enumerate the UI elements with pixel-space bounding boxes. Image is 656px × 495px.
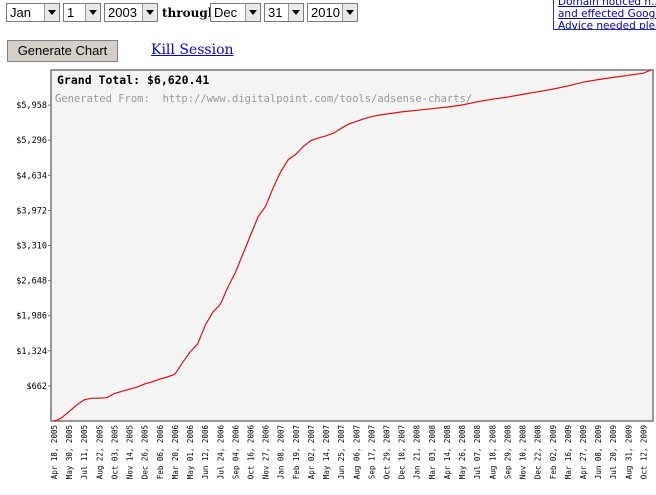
chart-subtitle: Generated From: http://www.digitalpoint.…	[55, 93, 472, 105]
x-tick-label: Jul 20, 2009	[609, 425, 618, 479]
x-tick-label: Jun 25, 2007	[337, 425, 346, 479]
x-tick-label: Aug 18, 2008	[488, 425, 497, 480]
end-day-value: 31	[268, 5, 283, 20]
x-tick-label: Nov 27, 2006	[262, 425, 271, 480]
start-year-select[interactable]: 2003	[104, 3, 158, 22]
x-tick-label: Jun 08, 2009	[594, 425, 603, 479]
x-tick-label: Apr 02, 2007	[307, 425, 316, 479]
x-tick-label: May 30, 2005	[65, 425, 74, 479]
x-tick-label: Oct 29, 2007	[383, 425, 392, 479]
x-tick-label: Nov 10, 2008	[519, 425, 528, 480]
chevron-down-icon	[342, 4, 357, 21]
through-label: through	[162, 6, 217, 20]
chevron-down-icon	[44, 4, 59, 21]
end-year-select[interactable]: 2010	[307, 3, 358, 22]
kill-session-link[interactable]: Kill Session	[151, 42, 234, 58]
end-month-value: Dec	[214, 5, 238, 20]
x-tick-label: Dec 22, 2008	[534, 425, 543, 480]
x-tick-label: Apr 27, 2009	[579, 425, 588, 479]
advice-link-1[interactable]: Domain noticed h...	[558, 0, 656, 8]
chevron-down-icon	[142, 4, 157, 21]
advice-box: Domain noticed h... and effected Google …	[553, 0, 656, 30]
x-tick-label: Jul 07, 2008	[473, 425, 482, 480]
x-tick-label: Aug 31, 2009	[624, 425, 633, 479]
x-tick-label: Aug 06, 2007	[352, 425, 361, 479]
x-tick-label: Oct 03, 2005	[110, 425, 119, 479]
y-tick-label: $5,296	[16, 136, 47, 146]
chart-title: Grand Total: $6,620.41	[57, 73, 209, 87]
x-tick-label: Sep 29, 2008	[503, 425, 512, 480]
x-tick-label: Feb 02, 2009	[549, 425, 558, 479]
x-tick-label: May 14, 2007	[322, 425, 331, 479]
x-tick-label: Jun 12, 2006	[201, 425, 210, 480]
earnings-chart: Grand Total: $6,620.41 Generated From: h…	[16, 69, 654, 480]
y-tick-label: $1,986	[16, 312, 47, 322]
x-tick-label: Apr 18, 2005	[50, 425, 59, 479]
x-tick-label: Dec 10, 2007	[398, 425, 407, 479]
x-tick-label: Feb 06, 2006	[156, 425, 165, 480]
generate-chart-button[interactable]: Generate Chart	[7, 40, 118, 62]
chevron-down-icon	[85, 4, 100, 21]
x-tick-label: Jan 08, 2007	[277, 425, 286, 479]
x-tick-label: Jul 11, 2005	[80, 425, 89, 479]
advice-link-2[interactable]: and effected Google	[558, 8, 656, 20]
y-axis: $662 $1,324 $1,986 $2,648 $3,310 $3,972 $4,634…	[16, 101, 51, 392]
x-tick-label: Feb 19, 2007	[292, 425, 301, 479]
end-year-value: 2010	[311, 5, 340, 20]
x-tick-label: Nov 14, 2005	[126, 425, 135, 479]
start-day-value: 1	[67, 5, 75, 20]
y-tick-label: $2,648	[16, 277, 47, 287]
start-year-value: 2003	[108, 5, 137, 20]
x-tick-label: Aug 22, 2005	[95, 425, 104, 479]
advice-link-3[interactable]: Advice needed plea	[558, 20, 656, 29]
y-tick-label: $1,324	[16, 347, 47, 357]
x-tick-label: Sep 17, 2007	[367, 425, 376, 479]
y-tick-label: $3,972	[16, 206, 47, 216]
x-tick-label: May 26, 2008	[458, 425, 467, 480]
x-tick-label: Oct 16, 2006	[246, 425, 255, 480]
x-tick-label: May 01, 2006	[186, 425, 195, 480]
x-tick-label: Jan 21, 2008	[413, 425, 422, 480]
y-tick-label: $4,634	[16, 171, 47, 181]
chevron-down-icon	[245, 4, 260, 21]
x-tick-label: Mar 16, 2009	[564, 425, 573, 479]
end-month-select[interactable]: Dec	[210, 3, 261, 22]
end-day-select[interactable]: 31	[264, 3, 304, 22]
x-tick-label: Apr 14, 2008	[443, 425, 452, 480]
x-tick-label: Sep 04, 2006	[231, 425, 240, 480]
start-day-select[interactable]: 1	[63, 3, 101, 22]
x-tick-label: Oct 12, 2009	[639, 425, 648, 479]
x-tick-label: Dec 26, 2005	[141, 425, 150, 479]
y-tick-label: $3,310	[16, 242, 47, 252]
x-tick-label: Mar 20, 2006	[171, 425, 180, 480]
start-month-value: Jan	[10, 5, 31, 20]
x-tick-label: Mar 03, 2008	[428, 425, 437, 480]
y-tick-label: $662	[27, 382, 47, 392]
start-month-select[interactable]: Jan	[6, 3, 60, 22]
chevron-down-icon	[288, 4, 303, 21]
y-tick-label: $5,958	[16, 101, 47, 111]
x-tick-label: Jul 24, 2006	[216, 425, 225, 480]
x-axis: Apr 18, 2005 May 30, 2005 Jul 11, 2005 Aug …	[50, 425, 648, 480]
